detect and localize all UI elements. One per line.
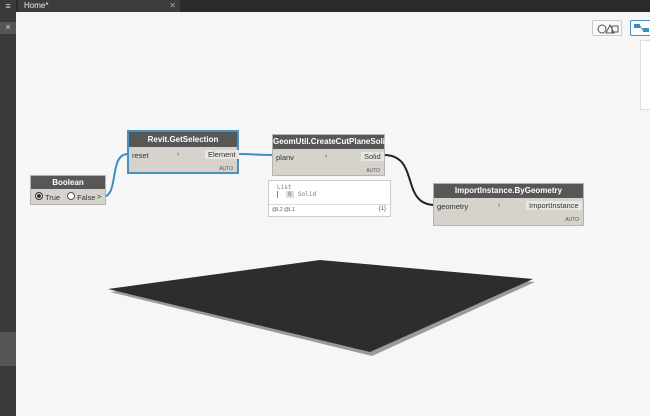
input-port-geometry[interactable]: geometry	[437, 202, 468, 211]
node-revit-getselection[interactable]: Revit.GetSelection reset › Element AUTO	[127, 130, 239, 174]
node-preview-bubble[interactable]: List 0 Solid @L2 @L1 {1}	[268, 180, 391, 217]
node-boolean[interactable]: Boolean True False >	[30, 175, 106, 205]
node-importinstance-bygeometry[interactable]: ImportInstance.ByGeometry geometry › Imp…	[433, 183, 584, 226]
radio-unchecked-icon	[67, 192, 75, 200]
radio-false[interactable]: False	[67, 192, 95, 202]
tree-line	[277, 191, 278, 198]
wire-selection-to-cutplane	[238, 153, 273, 156]
node-createcutplanesolid[interactable]: GeomUtil.CreateCutPlaneSolid planv › Sol…	[272, 134, 390, 176]
preview-item: Solid	[298, 191, 317, 198]
output-port[interactable]: >	[97, 192, 101, 201]
input-arrow-icon: ›	[177, 151, 180, 158]
wire-cutplane-to-import	[383, 154, 436, 206]
preview-list-label: List	[277, 184, 292, 191]
input-arrow-icon: ›	[498, 202, 501, 209]
lacing-label: AUTO	[565, 217, 579, 223]
output-port-solid[interactable]: Solid	[361, 152, 384, 161]
input-port-planv[interactable]: planv	[276, 153, 294, 162]
node-title: Boolean	[31, 176, 105, 189]
node-title: GeomUtil.CreateCutPlaneSolid	[273, 135, 390, 149]
input-arrow-icon: ›	[325, 153, 328, 160]
node-title: Revit.GetSelection	[129, 132, 237, 147]
preview-levels: @L2 @L1	[272, 207, 295, 213]
radio-false-label: False	[77, 193, 96, 202]
radio-checked-icon	[35, 192, 43, 200]
output-port-element[interactable]: Element	[205, 150, 239, 159]
preview-count: {1}	[378, 206, 386, 212]
output-port-importinstance[interactable]: ImportInstance	[526, 201, 582, 210]
radio-true-label: True	[44, 193, 61, 202]
preview-index: 0	[286, 191, 294, 198]
lacing-label: AUTO	[366, 168, 380, 174]
input-port-reset[interactable]: reset	[132, 151, 149, 160]
radio-true[interactable]: True	[35, 192, 60, 202]
node-title: ImportInstance.ByGeometry	[434, 184, 583, 198]
divider	[269, 204, 390, 205]
lacing-label: AUTO	[219, 166, 233, 172]
